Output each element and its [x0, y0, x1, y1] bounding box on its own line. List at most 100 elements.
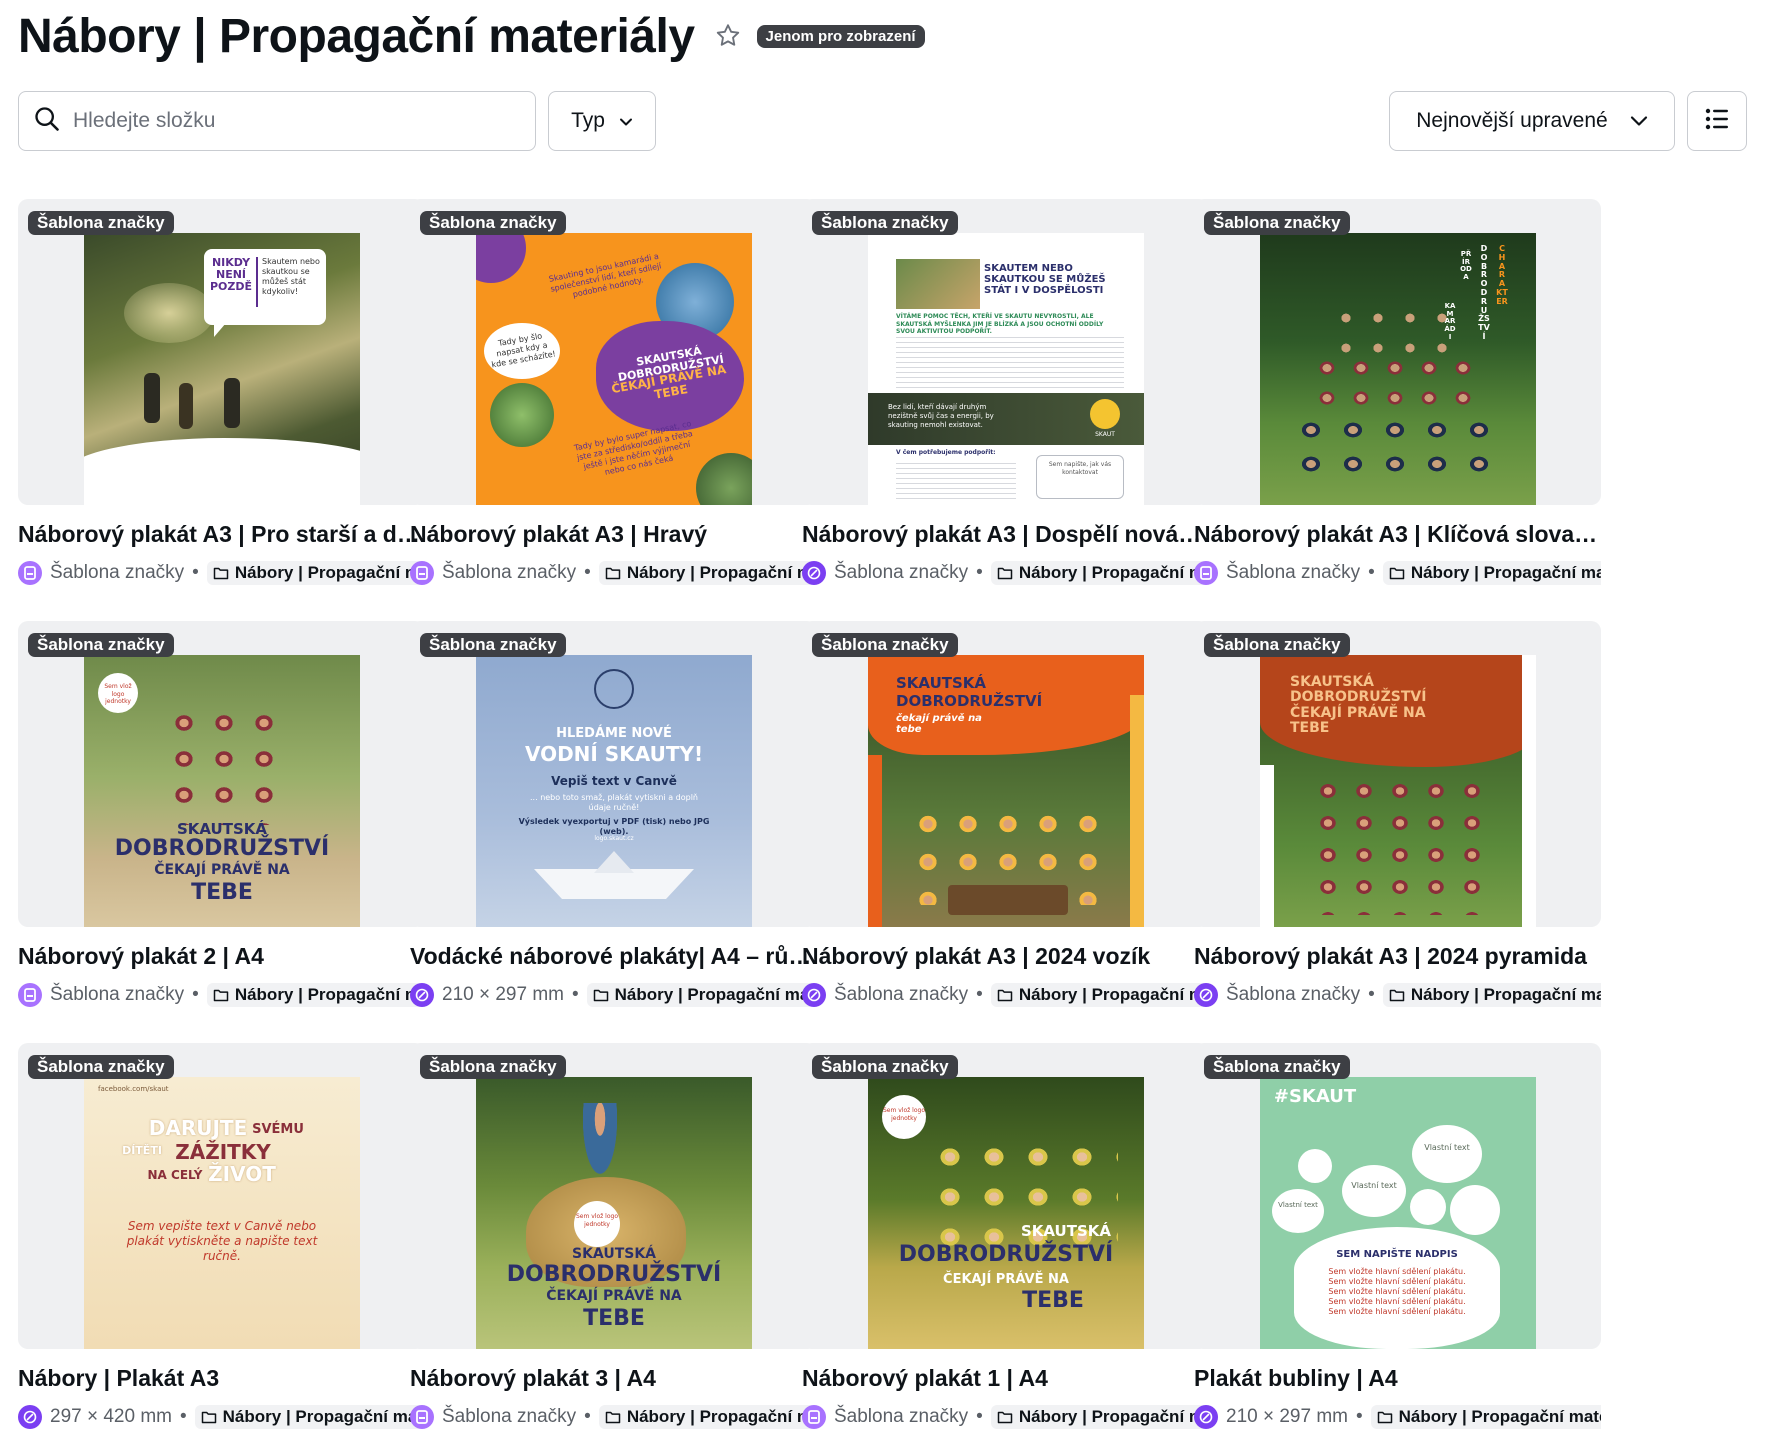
design-meta-text: 210 × 297 mm: [442, 984, 564, 1005]
poster-preview: Skauting to jsou kamarádi a společenství…: [476, 233, 752, 505]
design-meta: Šablona značky • Nábory | Propagační mat…: [18, 558, 425, 588]
list-view-toggle[interactable]: [1687, 91, 1747, 151]
type-filter-button[interactable]: Typ: [548, 91, 656, 151]
design-meta: 210 × 297 mm • Nábory | Propagační mater…: [410, 980, 817, 1010]
design-thumbnail[interactable]: Šablona značky SKAUTSKÁ DOBRODRUŽSTVÍ ČE…: [1194, 621, 1601, 927]
design-meta: Šablona značky • Nábory | Propagační mat…: [410, 1402, 817, 1432]
design-title[interactable]: Náborový plakát 1 | A4: [802, 1365, 1209, 1392]
design-thumbnail[interactable]: Šablona značky Skauting to jsou kamarádi…: [410, 199, 817, 505]
design-meta-text: Šablona značky: [50, 984, 185, 1005]
design-icon: [1194, 983, 1218, 1007]
folder-chip[interactable]: Nábory | Propagační materiály: [206, 983, 425, 1007]
list-view-icon: [1704, 106, 1730, 137]
brand-template-tag: Šablona značky: [1204, 1055, 1350, 1079]
folder-chip[interactable]: Nábory | Propagační materiály: [194, 1405, 425, 1429]
design-meta-text: 297 × 420 mm: [50, 1406, 172, 1427]
folder-chip[interactable]: Nábory | Propagační materiály: [1370, 1405, 1601, 1429]
brand-template-icon: [802, 1405, 826, 1429]
design-thumbnail[interactable]: Šablona značky Sem vlož logo jednotky SK…: [410, 1043, 817, 1349]
chevron-down-icon: [1630, 109, 1648, 133]
folder-icon: [997, 1411, 1013, 1424]
design-meta-text: Šablona značky: [834, 562, 969, 583]
design-meta-text: Šablona značky: [442, 1406, 577, 1427]
brand-template-tag: Šablona značky: [1204, 211, 1350, 235]
design-title[interactable]: Náborový plakát A3 | Klíčová slova do pl…: [1194, 521, 1601, 548]
design-card[interactable]: Šablona značky Skauting to jsou kamarádi…: [410, 199, 817, 619]
search-input[interactable]: [73, 109, 493, 133]
folder-chip[interactable]: Nábory | Propagační materiály: [990, 561, 1209, 585]
design-title[interactable]: Náborový plakát A3 | 2024 pyramida: [1194, 943, 1601, 970]
brand-template-icon: [410, 1405, 434, 1429]
brand-template-icon: [18, 983, 42, 1007]
sort-dropdown[interactable]: Nejnovější upravené: [1389, 91, 1675, 151]
design-title[interactable]: Nábory | Plakát A3: [18, 1365, 425, 1392]
design-title[interactable]: Náborový plakát A3 | Pro starší a dospěl…: [18, 521, 425, 548]
design-title[interactable]: Náborový plakát A3 | Dospělí nováčci: [802, 521, 1209, 548]
design-card[interactable]: Šablona značky NIKDY NENÍ POZDĚ Skautem …: [18, 199, 425, 619]
design-meta: Šablona značky • Nábory | Propagační mat…: [410, 558, 817, 588]
design-meta: Šablona značky • Nábory | Propagační mat…: [1194, 558, 1601, 588]
design-card[interactable]: Šablona značky CHARAKTER DOBRODRUŽSTVÍ P…: [1194, 199, 1601, 619]
poster-preview: #SKAUT Vlastní text Vlastní text Vlastní…: [1260, 1077, 1536, 1349]
brand-template-tag: Šablona značky: [812, 633, 958, 657]
type-filter-label: Typ: [571, 109, 605, 132]
design-title[interactable]: Vodácké náborové plakáty| A4 – různé var…: [410, 943, 817, 970]
design-thumbnail[interactable]: Šablona značky facebook.com/skaut DARUJT…: [18, 1043, 425, 1349]
search-box[interactable]: [18, 91, 536, 151]
brand-template-tag: Šablona značky: [28, 633, 174, 657]
design-title[interactable]: Náborový plakát A3 | Hravý: [410, 521, 817, 548]
design-card[interactable]: Šablona značky SKAUTEM NEBO SKAUTKOU SE …: [802, 199, 1209, 619]
design-thumbnail[interactable]: Šablona značky HLEDÁME NOVÉ VODNÍ SKAUTY…: [410, 621, 817, 927]
design-meta: Šablona značky • Nábory | Propagační mat…: [1194, 980, 1601, 1010]
poster-preview: HLEDÁME NOVÉ VODNÍ SKAUTY! Vepiš text v …: [476, 655, 752, 927]
design-title[interactable]: Náborový plakát 3 | A4: [410, 1365, 817, 1392]
design-meta-text: Šablona značky: [50, 562, 185, 583]
design-icon: [410, 983, 434, 1007]
design-thumbnail[interactable]: Šablona značky CHARAKTER DOBRODRUŽSTVÍ P…: [1194, 199, 1601, 505]
design-card[interactable]: Šablona značky HLEDÁME NOVÉ VODNÍ SKAUTY…: [410, 621, 817, 1041]
design-meta-text: Šablona značky: [1226, 562, 1361, 583]
design-card[interactable]: Šablona značky Sem vlož logo jednotky SK…: [410, 1043, 817, 1433]
design-card[interactable]: Šablona značky SKAUTSKÁ DOBRODRUŽSTVÍ če…: [802, 621, 1209, 1041]
folder-chip[interactable]: Nábory | Propagační materiály: [598, 1405, 817, 1429]
design-meta-text: Šablona značky: [834, 984, 969, 1005]
design-thumbnail[interactable]: Šablona značky SKAUTEM NEBO SKAUTKOU SE …: [802, 199, 1209, 505]
folder-icon: [997, 567, 1013, 580]
poster-preview: SKAUTEM NEBO SKAUTKOU SE MŮŽEŠ STÁT I V …: [868, 233, 1144, 505]
folder-chip[interactable]: Nábory | Propagační materiály: [586, 983, 817, 1007]
folder-chip[interactable]: Nábory | Propagační materiály: [598, 561, 817, 585]
folder-chip[interactable]: Nábory | Propagační materiály: [990, 983, 1209, 1007]
folder-chip[interactable]: Nábory | Propagační materiály: [1382, 983, 1601, 1007]
design-title[interactable]: Náborový plakát A3 | 2024 vozík: [802, 943, 1209, 970]
design-title[interactable]: Náborový plakát 2 | A4: [18, 943, 425, 970]
folder-chip[interactable]: Nábory | Propagační materiály: [206, 561, 425, 585]
brand-template-tag: Šablona značky: [420, 211, 566, 235]
design-thumbnail[interactable]: Šablona značky SKAUTSKÁ DOBRODRUŽSTVÍ če…: [802, 621, 1209, 927]
design-thumbnail[interactable]: Šablona značky Sem vlož logo jednotky SK…: [18, 621, 425, 927]
brand-template-tag: Šablona značky: [420, 633, 566, 657]
design-card[interactable]: Šablona značky facebook.com/skaut DARUJT…: [18, 1043, 425, 1433]
design-title[interactable]: Plakát bubliny | A4: [1194, 1365, 1601, 1392]
design-meta: Šablona značky • Nábory | Propagační mat…: [18, 980, 425, 1010]
design-card[interactable]: Šablona značky SKAUTSKÁ DOBRODRUŽSTVÍ ČE…: [1194, 621, 1601, 1041]
poster-preview: facebook.com/skaut DARUJTE SVÉMU DÍTĚTI …: [84, 1077, 360, 1349]
design-thumbnail[interactable]: Šablona značky NIKDY NENÍ POZDĚ Skautem …: [18, 199, 425, 505]
design-icon: [802, 983, 826, 1007]
design-card[interactable]: Šablona značky #SKAUT Vlastní text Vlast…: [1194, 1043, 1601, 1433]
design-meta: Šablona značky • Nábory | Propagační mat…: [802, 1402, 1209, 1432]
design-thumbnail[interactable]: Šablona značky #SKAUT Vlastní text Vlast…: [1194, 1043, 1601, 1349]
folder-chip[interactable]: Nábory | Propagační materiály: [1382, 561, 1601, 585]
design-card[interactable]: Šablona značky Sem vlož logo jednotky SK…: [18, 621, 425, 1041]
brand-template-tag: Šablona značky: [1204, 633, 1350, 657]
folder-chip[interactable]: Nábory | Propagační materiály: [990, 1405, 1209, 1429]
poster-preview: Sem vlož logo jednotky SKAUTSKÁ DOBRODRU…: [868, 1077, 1144, 1349]
star-icon[interactable]: [713, 21, 743, 51]
design-card[interactable]: Šablona značky Sem vlož logo jednotky SK…: [802, 1043, 1209, 1433]
design-icon: [18, 1405, 42, 1429]
search-icon: [33, 105, 61, 138]
design-meta: 210 × 297 mm • Nábory | Propagační mater…: [1194, 1402, 1601, 1432]
page-header: Nábory | Propagační materiály Jenom pro …: [18, 6, 925, 66]
view-only-badge: Jenom pro zobrazení: [756, 24, 925, 48]
page-title: Nábory | Propagační materiály: [18, 9, 695, 63]
design-thumbnail[interactable]: Šablona značky Sem vlož logo jednotky SK…: [802, 1043, 1209, 1349]
